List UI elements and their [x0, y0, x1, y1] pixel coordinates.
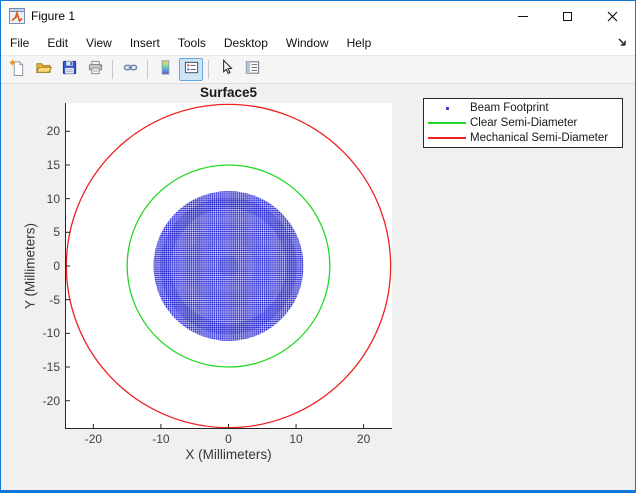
y-tick-label: 15: [20, 158, 60, 172]
matlab-figure-icon: [9, 8, 25, 24]
new-document-icon: [9, 59, 26, 81]
figure-canvas: Surface5 X (Millimeters) Y (Millimeters)…: [1, 84, 635, 490]
open-folder-icon: [35, 59, 52, 81]
edit-plot-button[interactable]: [214, 58, 238, 81]
toolbar-separator: [208, 60, 209, 79]
menu-item-help[interactable]: Help: [338, 31, 381, 55]
legend-row: Beam Footprint: [424, 101, 622, 115]
plot-title: Surface5: [65, 85, 392, 100]
figure-window: Figure 1 FileEditViewInsertToolsDesktopW…: [0, 0, 636, 493]
legend-marker-line: [424, 122, 470, 124]
x-tick-label: 0: [225, 432, 232, 446]
printer-icon: [87, 59, 104, 81]
legend-marker-dot: [424, 107, 470, 110]
legend-label: Mechanical Semi-Diameter: [470, 132, 608, 144]
legend-icon: [183, 59, 200, 81]
legend-row: Clear Semi-Diameter: [424, 116, 622, 130]
menu-item-insert[interactable]: Insert: [121, 31, 169, 55]
maximize-icon: [563, 12, 572, 21]
menu-item-desktop[interactable]: Desktop: [215, 31, 277, 55]
caption-buttons: [500, 1, 635, 31]
y-tick-label: -10: [20, 326, 60, 340]
x-tick-label: -20: [85, 432, 102, 446]
menu-item-edit[interactable]: Edit: [38, 31, 77, 55]
legend-marker-line: [424, 137, 470, 139]
x-tick-label: 20: [357, 432, 370, 446]
y-tick-label: 5: [20, 225, 60, 239]
y-tick-label: -5: [20, 293, 60, 307]
x-tick-label: -10: [152, 432, 169, 446]
y-tick-label: -20: [20, 394, 60, 408]
minimize-button[interactable]: [500, 1, 545, 31]
y-tick-label: 20: [20, 124, 60, 138]
insert-legend-button[interactable]: [179, 58, 203, 81]
legend-label: Clear Semi-Diameter: [470, 117, 577, 129]
toolbar-separator: [112, 60, 113, 79]
open-file-button[interactable]: [31, 58, 55, 81]
x-axis-label: X (Millimeters): [65, 447, 392, 462]
y-tick-label: 10: [20, 192, 60, 206]
plot-area[interactable]: [65, 103, 392, 429]
x-tick-label: 10: [289, 432, 302, 446]
y-tick-label: -15: [20, 360, 60, 374]
window-title: Figure 1: [31, 9, 75, 23]
legend-label: Beam Footprint: [470, 102, 549, 114]
titlebar[interactable]: Figure 1: [1, 1, 635, 31]
minimize-icon: [518, 16, 528, 17]
menu-item-file[interactable]: File: [1, 31, 38, 55]
save-floppy-icon: [61, 59, 78, 81]
menubar: FileEditViewInsertToolsDesktopWindowHelp: [1, 31, 635, 56]
menu-item-view[interactable]: View: [77, 31, 121, 55]
print-figure-button[interactable]: [83, 58, 107, 81]
maximize-button[interactable]: [545, 1, 590, 31]
property-inspector-button[interactable]: [240, 58, 264, 81]
close-icon: [607, 11, 618, 22]
menu-item-tools[interactable]: Tools: [169, 31, 215, 55]
pointer-arrow-icon: [218, 59, 235, 81]
property-editor-icon: [244, 59, 261, 81]
y-tick-label: 0: [20, 259, 60, 273]
toolbar-separator: [147, 60, 148, 79]
link-chain-icon: [122, 59, 139, 81]
dock-figure-icon[interactable]: [615, 35, 629, 49]
save-figure-button[interactable]: [57, 58, 81, 81]
legend[interactable]: Beam Footprint Clear Semi-Diameter Mechani…: [423, 98, 623, 148]
link-plot-button[interactable]: [118, 58, 142, 81]
close-button[interactable]: [590, 1, 635, 31]
menu-item-window[interactable]: Window: [277, 31, 338, 55]
insert-colorbar-button[interactable]: [153, 58, 177, 81]
colorbar-icon: [157, 59, 174, 81]
new-figure-button[interactable]: [5, 58, 29, 81]
legend-row: Mechanical Semi-Diameter: [424, 131, 622, 145]
figure-toolbar: [1, 56, 635, 84]
